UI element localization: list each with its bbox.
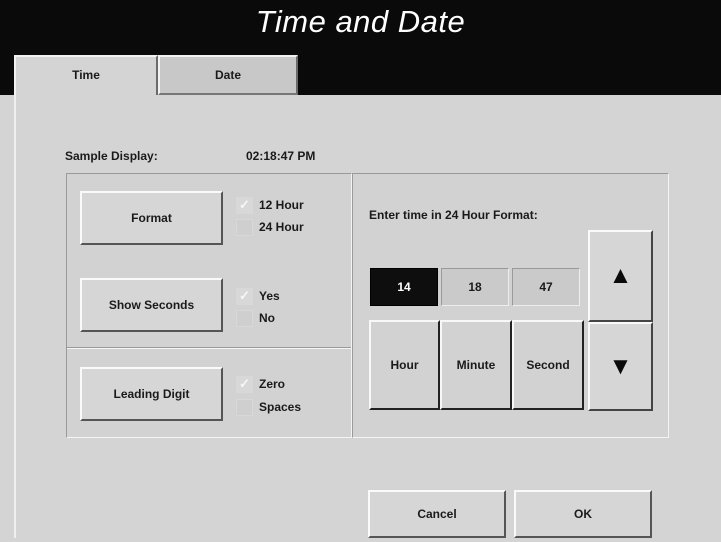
option-label: 24 Hour [259, 220, 304, 234]
hour-button[interactable]: Hour [369, 320, 440, 410]
option-label: Zero [259, 377, 286, 391]
option-label: 12 Hour [259, 198, 304, 212]
option-label: Yes [259, 289, 280, 303]
option-24-hour[interactable]: 24 Hour [236, 218, 304, 236]
show-seconds-button[interactable]: Show Seconds [80, 278, 223, 332]
minute-field[interactable]: 18 [441, 268, 509, 306]
checkbox [236, 218, 253, 236]
option-leading-zero[interactable]: ✓ Zero [236, 375, 285, 393]
decrement-button[interactable]: ▼ [588, 322, 653, 411]
option-seconds-no[interactable]: No [236, 309, 275, 327]
leading-digit-button[interactable]: Leading Digit [80, 367, 223, 421]
format-button[interactable]: Format [80, 191, 223, 245]
second-button[interactable]: Second [512, 320, 584, 410]
checkbox [236, 398, 253, 416]
increment-button[interactable]: ▲ [588, 230, 653, 322]
check-icon: ✓ [236, 287, 253, 305]
sample-display-value: 02:18:47 PM [246, 149, 316, 163]
option-label: No [259, 311, 275, 325]
tab-time[interactable]: Time [14, 55, 158, 97]
check-icon: ✓ [236, 375, 253, 393]
group-divider [67, 347, 351, 349]
option-leading-spaces[interactable]: Spaces [236, 398, 301, 416]
ok-button[interactable]: OK [514, 490, 652, 538]
option-seconds-yes[interactable]: ✓ Yes [236, 287, 280, 305]
hour-field[interactable]: 14 [370, 268, 438, 306]
tab-date[interactable]: Date [158, 55, 298, 95]
check-icon: ✓ [236, 196, 253, 214]
sample-display-label: Sample Display: [65, 149, 158, 163]
window-title: Time and Date [255, 4, 466, 39]
option-label: Spaces [259, 400, 302, 414]
checkbox [236, 309, 253, 327]
time-entry-instruction: Enter time in 24 Hour Format: [369, 208, 538, 222]
down-triangle-icon: ▼ [608, 352, 633, 380]
second-field[interactable]: 47 [512, 268, 580, 306]
cancel-button[interactable]: Cancel [368, 490, 506, 538]
minute-button[interactable]: Minute [440, 320, 512, 410]
option-12-hour[interactable]: ✓ 12 Hour [236, 196, 304, 214]
up-triangle-icon: ▲ [608, 262, 633, 289]
